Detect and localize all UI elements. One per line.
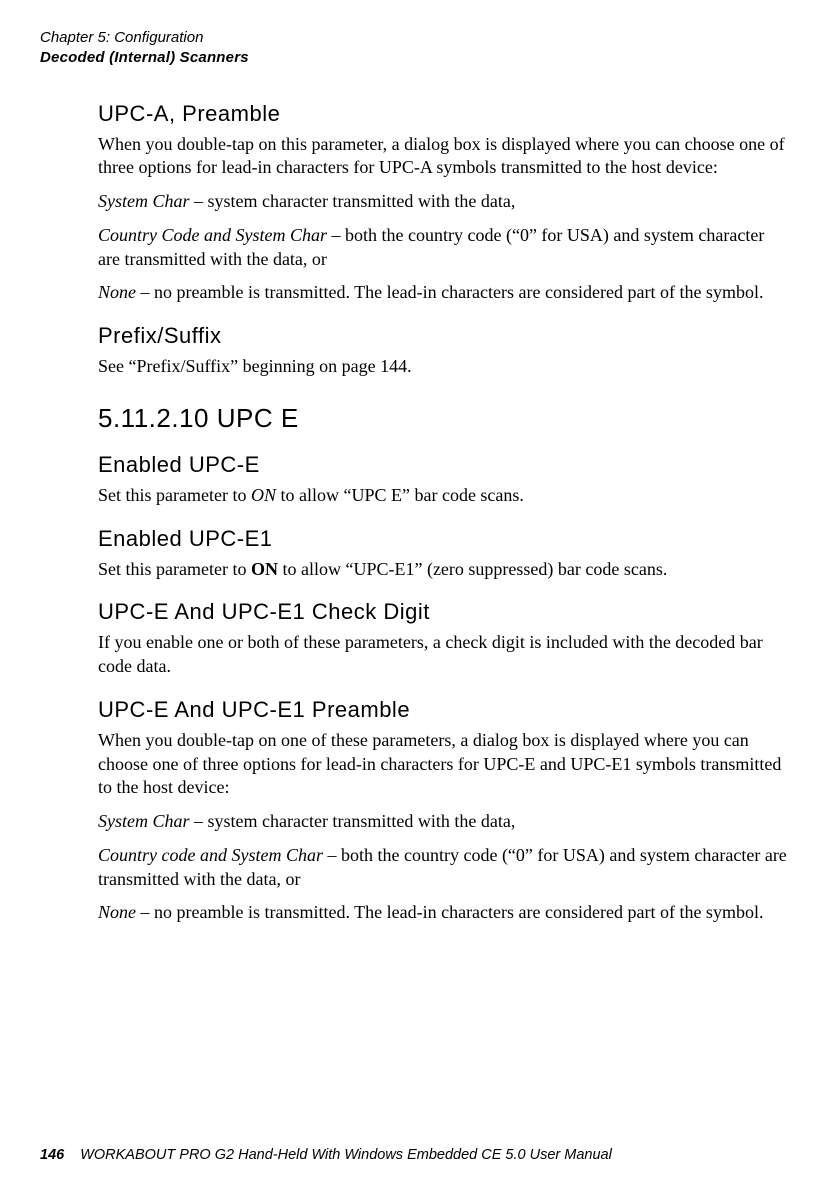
page-number: 146	[40, 1147, 64, 1163]
term-country-code-system-char: Country Code and System Char	[98, 225, 327, 245]
text: – system character transmitted with the …	[190, 811, 516, 831]
footer-title: WORKABOUT PRO G2 Hand-Held With Windows …	[80, 1147, 612, 1163]
heading-section-upc-e: 5.11.2.10 UPC E	[98, 403, 789, 434]
heading-prefix-suffix: Prefix/Suffix	[98, 323, 789, 349]
footer: 146 WORKABOUT PRO G2 Hand-Held With Windo…	[40, 1147, 789, 1163]
text: – system character transmitted with the …	[190, 191, 516, 211]
heading-upc-e-preamble: UPC-E And UPC-E1 Preamble	[98, 697, 789, 723]
term-system-char: System Char	[98, 811, 190, 831]
para: Set this parameter to ON to allow “UPC-E…	[98, 558, 789, 582]
para: Country code and System Char – both the …	[98, 844, 789, 892]
para: None – no preamble is transmitted. The l…	[98, 281, 789, 305]
header-section: Decoded (Internal) Scanners	[40, 48, 789, 68]
heading-upc-a-preamble: UPC-A, Preamble	[98, 101, 789, 127]
para: Country Code and System Char – both the …	[98, 224, 789, 272]
heading-enabled-upc-e1: Enabled UPC-E1	[98, 526, 789, 552]
para: System Char – system character transmitt…	[98, 810, 789, 834]
heading-enabled-upc-e: Enabled UPC-E	[98, 452, 789, 478]
term-on-bold: ON	[251, 559, 278, 579]
text: to allow “UPC E” bar code scans.	[276, 485, 524, 505]
text: – no preamble is transmitted. The lead-i…	[136, 902, 763, 922]
term-system-char: System Char	[98, 191, 190, 211]
para: Set this parameter to ON to allow “UPC E…	[98, 484, 789, 508]
header-chapter: Chapter 5: Configuration	[40, 28, 789, 48]
running-header: Chapter 5: Configuration Decoded (Intern…	[40, 28, 789, 69]
term-country-code-system-char: Country code and System Char	[98, 845, 323, 865]
text: Set this parameter to	[98, 559, 251, 579]
term-on: ON	[251, 485, 276, 505]
term-none: None	[98, 282, 136, 302]
para: System Char – system character transmitt…	[98, 190, 789, 214]
para: When you double-tap on one of these para…	[98, 729, 789, 800]
heading-upc-e-check-digit: UPC-E And UPC-E1 Check Digit	[98, 599, 789, 625]
page: Chapter 5: Configuration Decoded (Intern…	[0, 0, 829, 1193]
para: When you double-tap on this parameter, a…	[98, 133, 789, 181]
para: If you enable one or both of these param…	[98, 631, 789, 679]
para: None – no preamble is transmitted. The l…	[98, 901, 789, 925]
text: – no preamble is transmitted. The lead-i…	[136, 282, 763, 302]
term-none: None	[98, 902, 136, 922]
para: See “Prefix/Suffix” beginning on page 14…	[98, 355, 789, 379]
text: to allow “UPC-E1” (zero suppressed) bar …	[278, 559, 667, 579]
content-area: UPC-A, Preamble When you double-tap on t…	[98, 101, 789, 926]
text: Set this parameter to	[98, 485, 251, 505]
